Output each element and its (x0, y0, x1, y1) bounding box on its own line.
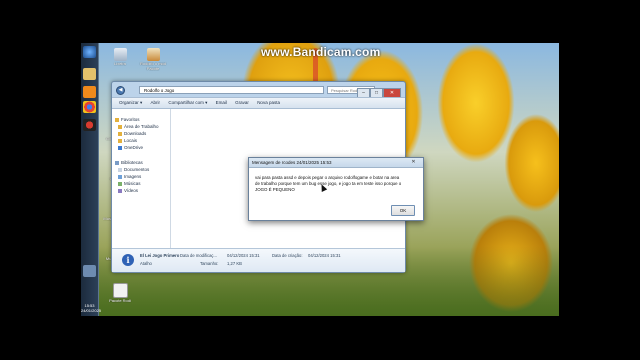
details-size-label: Tamanho: (200, 261, 219, 266)
details-name: El Lei Jogo Primero (140, 253, 180, 258)
nav-images[interactable]: Imagens (118, 174, 141, 180)
toolbar-open[interactable]: Abrir (151, 100, 161, 105)
star-icon (115, 117, 119, 122)
details-modified-value: 04/12/2024 15:31 (227, 253, 260, 258)
documents-icon (118, 167, 122, 172)
details-modified-label: Data de modificaç... (180, 253, 218, 258)
nav-libraries[interactable]: Bibliotecas (115, 160, 143, 166)
desktop-icon (118, 124, 122, 129)
message-dialog: Mensagem de rcodes 24/01/2025 15:53 ✕ va… (248, 157, 424, 221)
details-size-value: 1,27 KB (227, 261, 242, 266)
nav-downloads[interactable]: Downloads (118, 131, 146, 137)
nav-desktop[interactable]: Área de Trabalho (118, 124, 159, 130)
desktop-icon-lixeira[interactable]: Lixeira (103, 48, 137, 66)
places-icon (118, 138, 122, 143)
details-created-label: Data de criação: (272, 253, 303, 258)
desktop-icon-pacote-rodi[interactable]: Pacote Rodi (103, 283, 137, 303)
taskbar-bandicam-icon[interactable] (83, 119, 96, 131)
toolbar-organize[interactable]: Organizar ▾ (119, 100, 142, 105)
nav-onedrive[interactable]: OneDrive (118, 145, 143, 151)
dialog-message: vai para pasta assd e depois pegar o arq… (255, 175, 402, 192)
nav-documents[interactable]: Documentos (118, 167, 149, 173)
nav-videos[interactable]: Vídeos (118, 188, 138, 194)
info-icon: i (122, 254, 134, 266)
downloads-icon (118, 131, 122, 136)
taskbar-clock[interactable]: 15:53 24/01/2025 (81, 303, 102, 313)
taskbar-folder-icon[interactable] (83, 68, 96, 80)
nav-places[interactable]: Locais (118, 138, 137, 144)
cloud-icon (118, 145, 122, 150)
package-icon (146, 48, 160, 61)
library-icon (115, 160, 119, 165)
taskbar-chrome-icon[interactable] (83, 101, 96, 113)
nav-music[interactable]: Músicas (118, 181, 141, 187)
toolbar-burn[interactable]: Gravar (235, 100, 249, 105)
ok-button[interactable]: OK (391, 205, 415, 216)
start-button[interactable] (83, 46, 96, 58)
images-icon (118, 174, 122, 179)
close-icon[interactable]: ✕ (408, 159, 419, 165)
taskbar: 15:53 24/01/2025 (81, 43, 102, 316)
nav-buttons: ◀ ▶ (116, 86, 134, 113)
toolbar-new-folder[interactable]: Nova pasta (257, 100, 280, 105)
explorer-titlebar: ◀ ▶ Rodolfo o Jogo Pesquisar Rodolfo o J… (112, 82, 405, 113)
nav-favorites[interactable]: Favoritos (115, 117, 140, 123)
explorer-toolbar: Organizar ▾ Abrir Compartilhar com ▾ Ema… (112, 97, 405, 109)
details-type: Atalho (140, 261, 152, 266)
dialog-title: Mensagem de rcodes 24/01/2025 15:53 (252, 160, 332, 165)
toolbar-email[interactable]: Email (216, 100, 227, 105)
address-bar[interactable]: Rodolfo o Jogo (139, 86, 324, 94)
desktop-icon-rodolfo-pacote[interactable]: Rodolfo o mod Pacote (136, 48, 170, 71)
file-icon (112, 283, 128, 298)
music-icon (118, 181, 122, 186)
toolbar-share[interactable]: Compartilhar com ▾ (168, 100, 207, 105)
back-arrow-icon[interactable]: ◀ (116, 86, 125, 95)
clock-date: 24/01/2025 (81, 308, 102, 313)
details-created-value: 04/12/2024 15:31 (308, 253, 341, 258)
navigation-pane: Favoritos Área de Trabalho Downloads Loc… (112, 109, 171, 248)
recycle-bin-icon (113, 48, 127, 61)
videos-icon (118, 188, 122, 193)
taskbar-app-icon[interactable] (83, 265, 96, 277)
details-pane: i El Lei Jogo Primero Atalho Data de mod… (112, 248, 405, 272)
dialog-titlebar: Mensagem de rcodes 24/01/2025 15:53 ✕ (249, 158, 423, 168)
recording-watermark: www.Bandicam.com (261, 45, 381, 59)
taskbar-media-icon[interactable] (83, 86, 96, 98)
